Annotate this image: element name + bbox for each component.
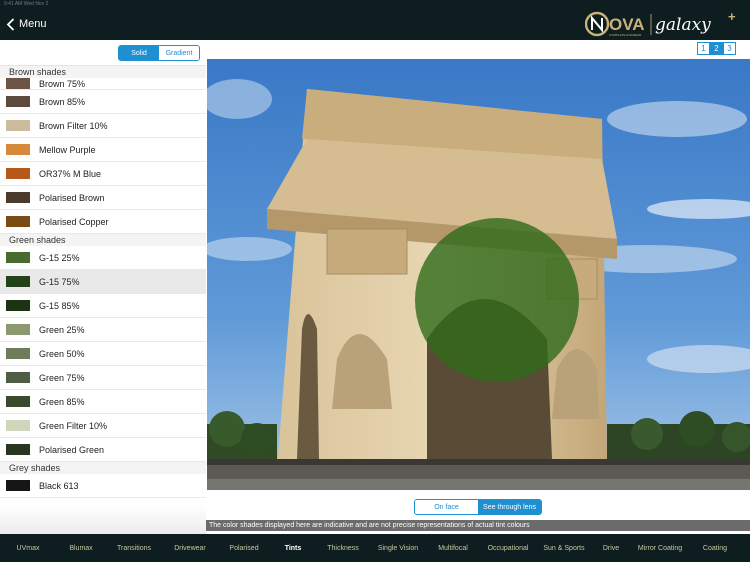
nav-tab-drive[interactable]: Drive — [592, 545, 630, 552]
app-root: 9:41 AM Wed Nov 2 Menu OVA COMPLETE EYEW… — [0, 0, 750, 562]
nav-tab-uvmax[interactable]: UVmax — [0, 545, 56, 552]
shade-list-item[interactable]: Green 75% — [0, 366, 206, 390]
nav-tab-thickness[interactable]: Thickness — [316, 545, 370, 552]
photo-pager: 123 — [697, 42, 736, 55]
nav-tab-mirror-coating[interactable]: Mirror Coating — [630, 545, 690, 552]
shade-label: Brown 85% — [39, 96, 86, 107]
see-through-lens-button[interactable]: See through lens — [478, 500, 541, 514]
solid-gradient-toggle: Solid Gradient — [118, 45, 200, 61]
pager-page-2[interactable]: 2 — [710, 42, 723, 55]
solid-button[interactable]: Solid — [119, 46, 159, 60]
nav-tab-multifocal[interactable]: Multifocal — [426, 545, 480, 552]
shade-list-item[interactable]: G-15 75% — [0, 270, 206, 294]
shade-label: G-15 75% — [39, 276, 80, 287]
shade-list-item[interactable]: Green 85% — [0, 390, 206, 414]
nav-tab-blumax[interactable]: Blumax — [56, 545, 106, 552]
top-bar: 9:41 AM Wed Nov 2 Menu OVA COMPLETE EYEW… — [0, 0, 750, 40]
shade-swatch — [6, 348, 30, 359]
shade-label: Polarised Brown — [39, 192, 105, 203]
shade-panel: Solid Gradient Brown shades Brown 75% Brow… — [0, 40, 206, 534]
shade-list-item[interactable]: Brown 75% — [0, 78, 206, 90]
brand-left-text: OVA — [609, 15, 645, 34]
shade-swatch — [6, 444, 30, 455]
shade-list-item[interactable]: Green Filter 10% — [0, 414, 206, 438]
gradient-button[interactable]: Gradient — [159, 46, 199, 60]
chevron-left-icon — [6, 17, 15, 31]
pager-page-3[interactable]: 3 — [723, 42, 736, 55]
nav-tab-drivewear[interactable]: Drivewear — [162, 545, 218, 552]
shade-swatch — [6, 276, 30, 287]
shade-swatch — [6, 96, 30, 107]
brand-plus-text: + — [728, 10, 736, 24]
disclaimer-text: The color shades displayed here are indi… — [206, 520, 750, 531]
shade-swatch — [6, 324, 30, 335]
shade-list-item[interactable]: G-15 85% — [0, 294, 206, 318]
shade-list-item[interactable]: OR37% M Blue — [0, 162, 206, 186]
shade-list-item[interactable]: Polarised Green — [0, 438, 206, 462]
nav-tab-sun-sports[interactable]: Sun & Sports — [536, 545, 592, 552]
shade-label: Green 25% — [39, 324, 85, 335]
shade-swatch — [6, 78, 30, 89]
shade-label: Polarised Copper — [39, 216, 109, 227]
shade-label: G-15 25% — [39, 252, 80, 263]
shade-list-item[interactable]: Black 613 — [0, 474, 206, 498]
shade-swatch — [6, 252, 30, 263]
menu-back-button[interactable]: Menu — [6, 16, 47, 32]
shade-label: Green 50% — [39, 348, 85, 359]
shade-swatch — [6, 300, 30, 311]
list-fade — [0, 506, 206, 534]
shade-section-title: Grey shades — [0, 462, 206, 474]
shade-list-item[interactable]: Brown Filter 10% — [0, 114, 206, 138]
status-bar-text: 9:41 AM Wed Nov 2 — [4, 1, 49, 7]
brand-right-text: galaxy — [655, 15, 711, 35]
nav-tab-transitions[interactable]: Transitions — [106, 545, 162, 552]
shade-label: Brown 75% — [39, 78, 86, 89]
shade-list-item[interactable]: Green 50% — [0, 342, 206, 366]
bottom-nav: UVmax Blumax Transitions Drivewear Polarised… — [0, 534, 750, 562]
shade-swatch — [6, 420, 30, 431]
nav-tab-occupational[interactable]: Occupational — [480, 545, 536, 552]
view-mode-toggle: On face See through lens — [414, 499, 542, 515]
shade-swatch — [6, 480, 30, 491]
pager-page-1[interactable]: 1 — [697, 42, 710, 55]
shade-list-item[interactable]: Polarised Brown — [0, 186, 206, 210]
brand-sub-text: COMPLETE EYEWEAR — [609, 33, 642, 37]
nova-galaxy-logo: OVA COMPLETE EYEWEAR galaxy + — [585, 10, 736, 37]
shade-label: Mellow Purple — [39, 144, 96, 155]
nav-tab-single-vision[interactable]: Single Vision — [370, 545, 426, 552]
lens-overlay[interactable] — [415, 218, 579, 382]
shade-section-title: Brown shades — [0, 66, 206, 78]
shade-swatch — [6, 144, 30, 155]
shade-label: Green Filter 10% — [39, 420, 108, 431]
preview-panel: 123 On face See through lens The color s… — [206, 40, 750, 534]
shade-label: Polarised Green — [39, 444, 105, 455]
shade-list-item[interactable]: Green 25% — [0, 318, 206, 342]
shade-label: Brown Filter 10% — [39, 120, 108, 131]
shade-list-item[interactable]: G-15 25% — [0, 246, 206, 270]
nav-tab-coating[interactable]: Coating — [690, 545, 740, 552]
shade-swatch — [6, 120, 30, 131]
on-face-button[interactable]: On face — [415, 500, 478, 514]
shade-label: Green 85% — [39, 396, 85, 407]
nav-tab-tints[interactable]: Tints — [270, 545, 316, 552]
shade-swatch — [6, 396, 30, 407]
nav-tab-polarised[interactable]: Polarised — [218, 545, 270, 552]
menu-back-label: Menu — [19, 18, 47, 30]
shade-swatch — [6, 372, 30, 383]
shade-list-item[interactable]: Mellow Purple — [0, 138, 206, 162]
shade-swatch — [6, 168, 30, 179]
shade-label: Black 613 — [39, 480, 79, 491]
shade-label: OR37% M Blue — [39, 168, 102, 179]
shade-swatch — [6, 192, 30, 203]
shade-list-item[interactable]: Brown 85% — [0, 90, 206, 114]
shade-list-item[interactable]: Polarised Copper — [0, 210, 206, 234]
shade-section-title: Green shades — [0, 234, 206, 246]
shade-label: Green 75% — [39, 372, 85, 383]
shade-label: G-15 85% — [39, 300, 80, 311]
shade-swatch — [6, 216, 30, 227]
shade-list[interactable]: Brown shades Brown 75% Brown 85% Brown Filt… — [0, 65, 206, 534]
